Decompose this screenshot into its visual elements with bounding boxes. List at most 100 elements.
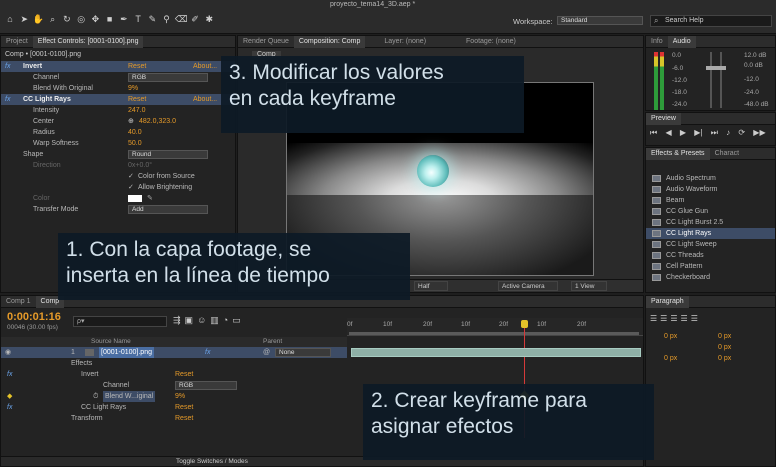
layer-row[interactable]: ◉ 1 [0001-0100].png fx @ None — [1, 347, 347, 358]
clone-stamp-tool-icon[interactable]: ⚲ — [161, 13, 173, 25]
intensity-value[interactable]: 247.0 — [128, 105, 146, 116]
views-select[interactable]: 1 View — [571, 281, 607, 291]
timeline-search-input[interactable]: ρ▾ — [73, 316, 167, 327]
indent-field[interactable]: 0 px — [718, 344, 731, 351]
resolution-select[interactable]: Half — [414, 281, 448, 291]
tab-effect-controls[interactable]: Effect Controls: [0001-0100].png — [32, 36, 144, 48]
tab-preview[interactable]: Preview — [646, 113, 681, 125]
indent-field[interactable]: 0 px — [718, 333, 731, 340]
prop-row[interactable]: fx Invert Reset — [1, 369, 347, 380]
eraser-tool-icon[interactable]: ⌫ — [175, 13, 188, 25]
eye-icon[interactable]: ◉ — [5, 347, 11, 358]
camera-select[interactable]: Active Camera — [498, 281, 558, 291]
prev-frame-icon[interactable]: ◀ — [665, 128, 671, 137]
list-item[interactable]: Checkerboard — [646, 272, 775, 283]
list-item[interactable]: CC Light Burst 2.5 — [646, 217, 775, 228]
blend-value[interactable]: 9% — [128, 83, 138, 94]
checkbox-icon[interactable]: ✓ — [128, 171, 134, 182]
list-item[interactable]: Audio Waveform — [646, 184, 775, 195]
list-item[interactable]: Audio Spectrum — [646, 173, 775, 184]
tab-character[interactable]: Charact — [710, 148, 745, 160]
align-left-icon[interactable]: ☰ — [650, 314, 660, 323]
slider-knob[interactable] — [716, 66, 726, 70]
last-frame-icon[interactable]: ⏭ — [711, 128, 718, 137]
radius-value[interactable]: 40.0 — [128, 127, 142, 138]
tab-audio[interactable]: Audio — [667, 36, 696, 48]
zoom-tool-icon[interactable]: ⌕ — [47, 13, 59, 25]
playhead-marker[interactable] — [521, 320, 528, 328]
volume-slider-left[interactable] — [710, 52, 712, 108]
justify-all-icon[interactable]: ☰ — [691, 314, 701, 323]
tab-info[interactable]: Info — [646, 36, 668, 48]
tab-comp-1[interactable]: Comp 1 — [1, 296, 36, 308]
prop-row[interactable]: Channel RGB — [1, 380, 347, 391]
list-item[interactable]: Cell Pattern — [646, 261, 775, 272]
home-icon[interactable]: ⌂ — [4, 13, 16, 25]
tab-project[interactable]: Project — [1, 36, 33, 48]
prop-row[interactable]: Transform Reset — [1, 413, 347, 424]
eyedropper-icon[interactable]: ✎ — [147, 193, 153, 204]
layer-name[interactable]: [0001-0100].png — [99, 347, 154, 358]
brush-tool-icon[interactable]: ✎ — [146, 13, 158, 25]
rotate-tool-icon[interactable]: ↻ — [61, 13, 73, 25]
align-right-icon[interactable]: ☰ — [670, 314, 680, 323]
space-field[interactable]: 0 px — [664, 355, 677, 362]
composition-flowchart-icon[interactable]: ⇶ — [173, 315, 185, 325]
light-rays-reset-link[interactable]: Reset — [175, 402, 193, 413]
selection-tool-icon[interactable]: ➤ — [18, 13, 30, 25]
frame-blending-icon[interactable]: ▥ — [210, 315, 223, 325]
shape-select[interactable]: Round — [128, 150, 208, 159]
blend-value[interactable]: 9% — [175, 391, 185, 402]
list-item[interactable]: CC Glue Gun — [646, 206, 775, 217]
text-tool-icon[interactable]: T — [132, 13, 144, 25]
list-item[interactable]: CC Light Sweep — [646, 239, 775, 250]
parent-select[interactable]: None — [275, 348, 331, 357]
pen-tool-icon[interactable]: ✒ — [118, 13, 130, 25]
center-value[interactable]: 482.0,323.0 — [139, 116, 176, 127]
list-item-selected[interactable]: CC Light Rays — [646, 228, 775, 239]
channel-select[interactable]: RGB — [128, 73, 208, 82]
warp-softness-value[interactable]: 50.0 — [128, 138, 142, 149]
justify-icon[interactable]: ☰ — [681, 314, 691, 323]
effect-invert-row[interactable]: fx Invert Reset About... — [1, 61, 235, 72]
loop-icon[interactable]: ⟳ — [738, 128, 745, 137]
time-ruler[interactable]: 0f 10f 20f 10f 20f 10f 20f — [347, 318, 643, 336]
rectangle-tool-icon[interactable]: ■ — [104, 13, 116, 25]
timecode-display[interactable]: 0:00:01:16 — [7, 311, 61, 323]
transform-reset-link[interactable]: Reset — [175, 413, 193, 424]
graph-editor-icon[interactable]: ▭ — [232, 315, 245, 325]
audio-icon[interactable]: ♪ — [726, 128, 730, 137]
space-field[interactable]: 0 px — [718, 355, 731, 362]
crosshair-icon[interactable]: ⊕ — [128, 116, 134, 127]
transfer-mode-select[interactable]: Add — [128, 205, 208, 214]
volume-slider-right[interactable] — [720, 52, 722, 108]
stopwatch-icon[interactable]: ⏱ — [93, 391, 98, 402]
invert-about-link[interactable]: About... — [193, 61, 217, 72]
slider-knob[interactable] — [706, 66, 716, 70]
parent-pickwhip-icon[interactable]: @ — [263, 347, 270, 358]
first-frame-icon[interactable]: ⏮ — [650, 128, 657, 137]
puppet-tool-icon[interactable]: ✱ — [203, 13, 215, 25]
work-area-bar[interactable] — [349, 332, 639, 335]
source-name-header[interactable]: Source Name — [91, 338, 131, 345]
light-rays-about-link[interactable]: About... — [193, 94, 217, 105]
prop-row[interactable]: Effects — [1, 358, 347, 369]
ram-preview-icon[interactable]: ▶▶ — [753, 128, 765, 137]
hand-tool-icon[interactable]: ✋ — [32, 13, 44, 25]
shy-layers-icon[interactable]: ☺ — [197, 315, 210, 325]
invert-reset-link[interactable]: Reset — [128, 61, 146, 72]
prop-row[interactable]: ◆ ⏱ Blend W...iginal 9% — [1, 391, 347, 402]
search-help-box[interactable]: ⌕ Search Help — [650, 15, 772, 27]
effect-cc-light-rays-row[interactable]: fx CC Light Rays Reset About... — [1, 94, 235, 105]
list-item[interactable]: CC Threads — [646, 250, 775, 261]
light-rays-reset-link[interactable]: Reset — [128, 94, 146, 105]
tab-render-queue[interactable]: Render Queue — [238, 36, 294, 48]
play-icon[interactable]: ▶ — [680, 128, 686, 137]
invert-reset-link[interactable]: Reset — [175, 369, 193, 380]
channel-select[interactable]: RGB — [175, 381, 237, 390]
tab-footage[interactable]: Footage: (none) — [461, 36, 521, 48]
toggle-switches-modes-button[interactable]: Toggle Switches / Modes — [176, 458, 248, 465]
tab-paragraph[interactable]: Paragraph — [646, 296, 689, 308]
keyframe-nav-icon[interactable]: ◆ — [7, 391, 12, 402]
draft-3d-icon[interactable]: ▣ — [185, 315, 198, 325]
